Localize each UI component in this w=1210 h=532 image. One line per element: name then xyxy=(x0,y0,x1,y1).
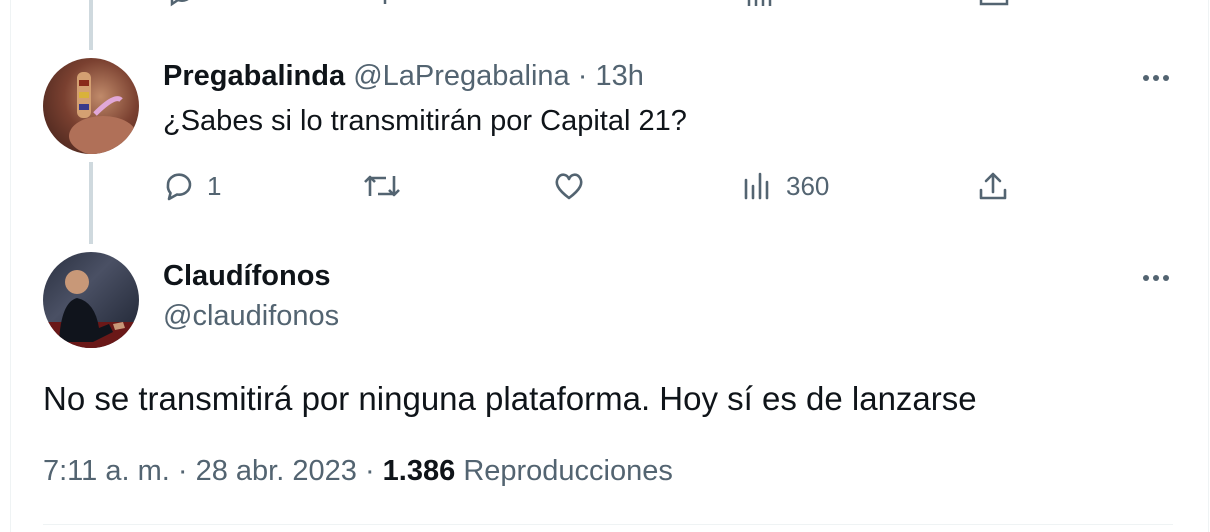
reply-author-line: Pregabalinda @LaPregabalina · 13h xyxy=(163,60,644,93)
share-button[interactable] xyxy=(977,170,1009,202)
more-options-button[interactable] xyxy=(1140,266,1176,290)
separator: · xyxy=(177,455,188,487)
views-icon[interactable] xyxy=(745,0,775,13)
views-label[interactable]: Reproducciones xyxy=(463,455,673,487)
retweet-icon xyxy=(362,170,402,202)
separator: · xyxy=(577,60,588,92)
share-icon[interactable] xyxy=(978,0,1010,13)
tweet-text: ¿Sabes si lo transmitirán por Capital 21… xyxy=(163,105,687,137)
frame-border-right xyxy=(1208,0,1209,532)
frame-border-left xyxy=(10,0,11,532)
views-button[interactable]: 360 xyxy=(742,170,829,202)
share-icon xyxy=(977,170,1009,202)
reply-button[interactable]: 1 xyxy=(163,170,221,202)
views-count[interactable]: 1.386 xyxy=(383,455,456,487)
username[interactable]: @LaPregabalina xyxy=(353,60,569,92)
views-count: 360 xyxy=(786,170,830,201)
divider xyxy=(43,524,1173,525)
more-icon xyxy=(1143,275,1169,281)
avatar[interactable] xyxy=(43,58,139,154)
thread-line-middle xyxy=(89,162,93,244)
more-options-button[interactable] xyxy=(1140,66,1176,90)
reply-count: 1 xyxy=(207,170,222,201)
timestamp-date[interactable]: 28 abr. 2023 xyxy=(196,455,357,487)
retweet-button[interactable] xyxy=(362,170,414,202)
more-icon xyxy=(1143,75,1169,81)
tweet-metadata: 7:11 a. m. · 28 abr. 2023 · 1.386 Reprod… xyxy=(43,455,673,488)
like-icon xyxy=(553,170,585,202)
timestamp[interactable]: 13h xyxy=(595,60,643,92)
reply-icon[interactable] xyxy=(168,0,198,13)
display-name[interactable]: Claudífonos xyxy=(163,260,331,293)
display-name[interactable]: Pregabalinda xyxy=(163,60,345,92)
like-icon[interactable] xyxy=(548,0,578,13)
separator: · xyxy=(364,455,375,487)
like-button[interactable] xyxy=(553,170,597,202)
reply-icon xyxy=(163,170,195,202)
username[interactable]: @claudifonos xyxy=(163,300,339,333)
avatar[interactable] xyxy=(43,252,139,348)
tweet-text: No se transmitirá por ninguna plataforma… xyxy=(43,380,977,417)
timestamp-time[interactable]: 7:11 a. m. xyxy=(43,455,170,487)
retweet-icon[interactable] xyxy=(355,0,405,13)
thread-line-top xyxy=(89,0,93,50)
views-icon xyxy=(742,170,774,202)
